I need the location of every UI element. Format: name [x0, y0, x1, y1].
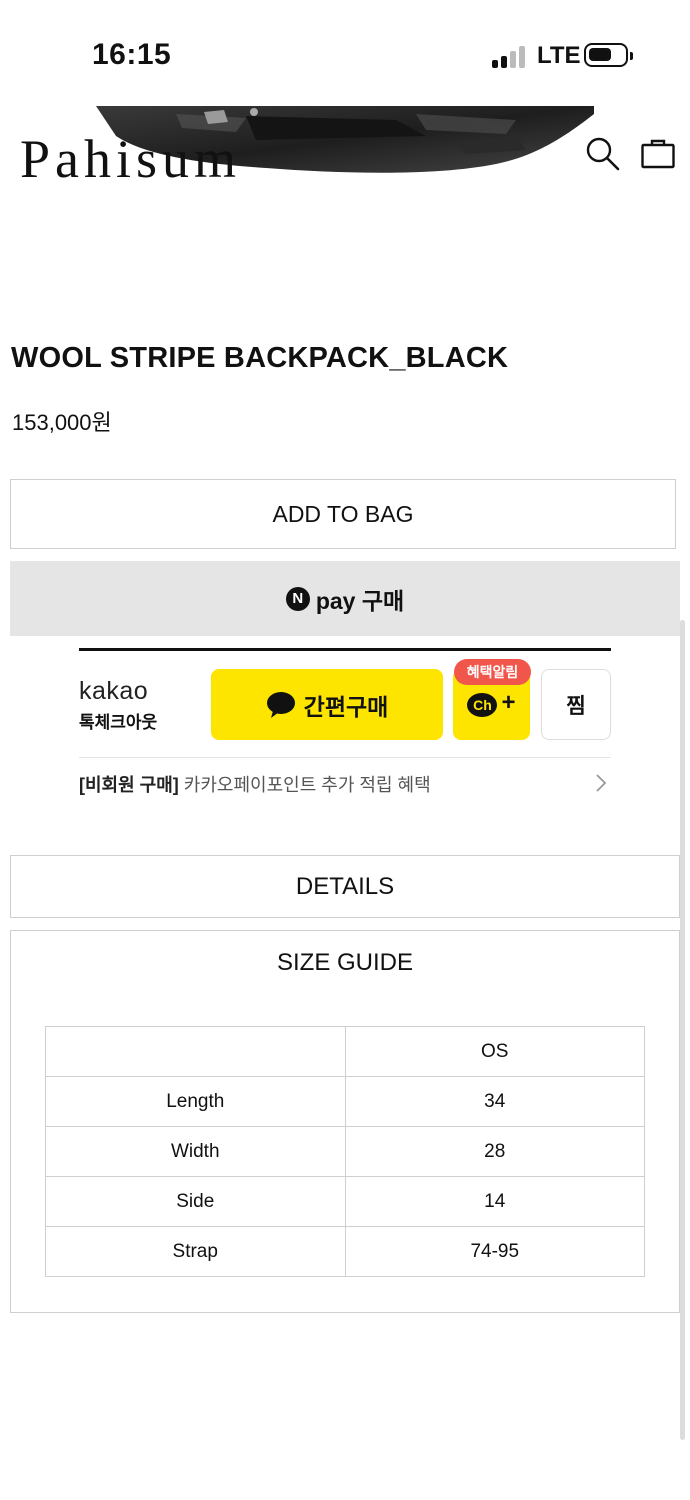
size-guide-title[interactable]: SIZE GUIDE: [11, 949, 679, 977]
kakao-checkout-logo: kakao 톡체크아웃: [79, 677, 157, 733]
chevron-right-icon[interactable]: [593, 773, 609, 793]
kakao-channel-icon: Ch: [467, 692, 498, 717]
table-header-cell: [45, 1026, 346, 1077]
scrollbar[interactable]: [680, 620, 685, 1440]
kakao-logo-subtext: 톡체크아웃: [79, 713, 158, 732]
search-icon[interactable]: [585, 136, 621, 172]
table-header-row: OS: [45, 1026, 645, 1077]
size-guide-section: SIZE GUIDE OS Length 34 Width 28 Side 14…: [10, 930, 680, 1313]
table-row: Side 14: [45, 1176, 645, 1227]
benefit-alert-badge: 혜택알림: [454, 659, 531, 685]
network-type: LTE: [537, 42, 581, 69]
table-cell-value: 74-95: [344, 1226, 645, 1277]
npay-buy-button[interactable]: N pay 구매: [10, 561, 680, 636]
size-table: OS Length 34 Width 28 Side 14 Strap 74-9…: [45, 1026, 645, 1277]
kakao-promo-link[interactable]: [비회원 구매] 카카오페이포인트 추가 적립 혜택: [79, 771, 431, 797]
npay-label: pay 구매: [315, 587, 405, 614]
table-row: Length 34: [45, 1076, 645, 1127]
add-to-bag-button[interactable]: ADD TO BAG: [10, 479, 676, 549]
table-cell-label: Side: [45, 1176, 346, 1227]
signal-icon: [492, 46, 526, 68]
plus-icon: +: [501, 689, 516, 716]
status-time: 16:15: [92, 38, 172, 71]
product-title: WOOL STRIPE BACKPACK_BLACK: [11, 342, 509, 374]
naver-pay-icon: N: [285, 586, 310, 611]
kakao-logo-text: kakao: [79, 677, 149, 705]
kakao-promo-prefix: [비회원 구매]: [79, 775, 179, 795]
kakao-quick-buy-button[interactable]: 간편구매: [211, 669, 443, 740]
table-row: Width 28: [45, 1126, 645, 1177]
wishlist-button[interactable]: 찜: [541, 669, 611, 740]
kakao-quick-buy-label: 간편구매: [303, 693, 389, 720]
table-cell-value: 34: [344, 1076, 645, 1127]
speech-bubble-icon: [266, 691, 295, 718]
status-bar: 16:15 LTE: [0, 0, 690, 106]
kakao-section-divider: [79, 648, 611, 651]
kakao-promo-text: 카카오페이포인트 추가 적립 혜택: [178, 775, 431, 795]
shopping-bag-icon[interactable]: [640, 136, 676, 172]
table-cell-label: Strap: [45, 1226, 346, 1277]
brand-logo[interactable]: Pahisum: [20, 128, 241, 190]
table-cell-label: Width: [45, 1126, 346, 1177]
kakao-promo-divider: [79, 757, 611, 758]
details-accordion[interactable]: DETAILS: [10, 855, 680, 918]
table-row: Strap 74-95: [45, 1226, 645, 1277]
product-price: 153,000원: [12, 410, 112, 435]
table-cell-value: 14: [344, 1176, 645, 1227]
table-header-cell: OS: [344, 1026, 645, 1077]
battery-icon: [584, 43, 633, 67]
table-cell-label: Length: [45, 1076, 346, 1127]
table-cell-value: 28: [344, 1126, 645, 1177]
